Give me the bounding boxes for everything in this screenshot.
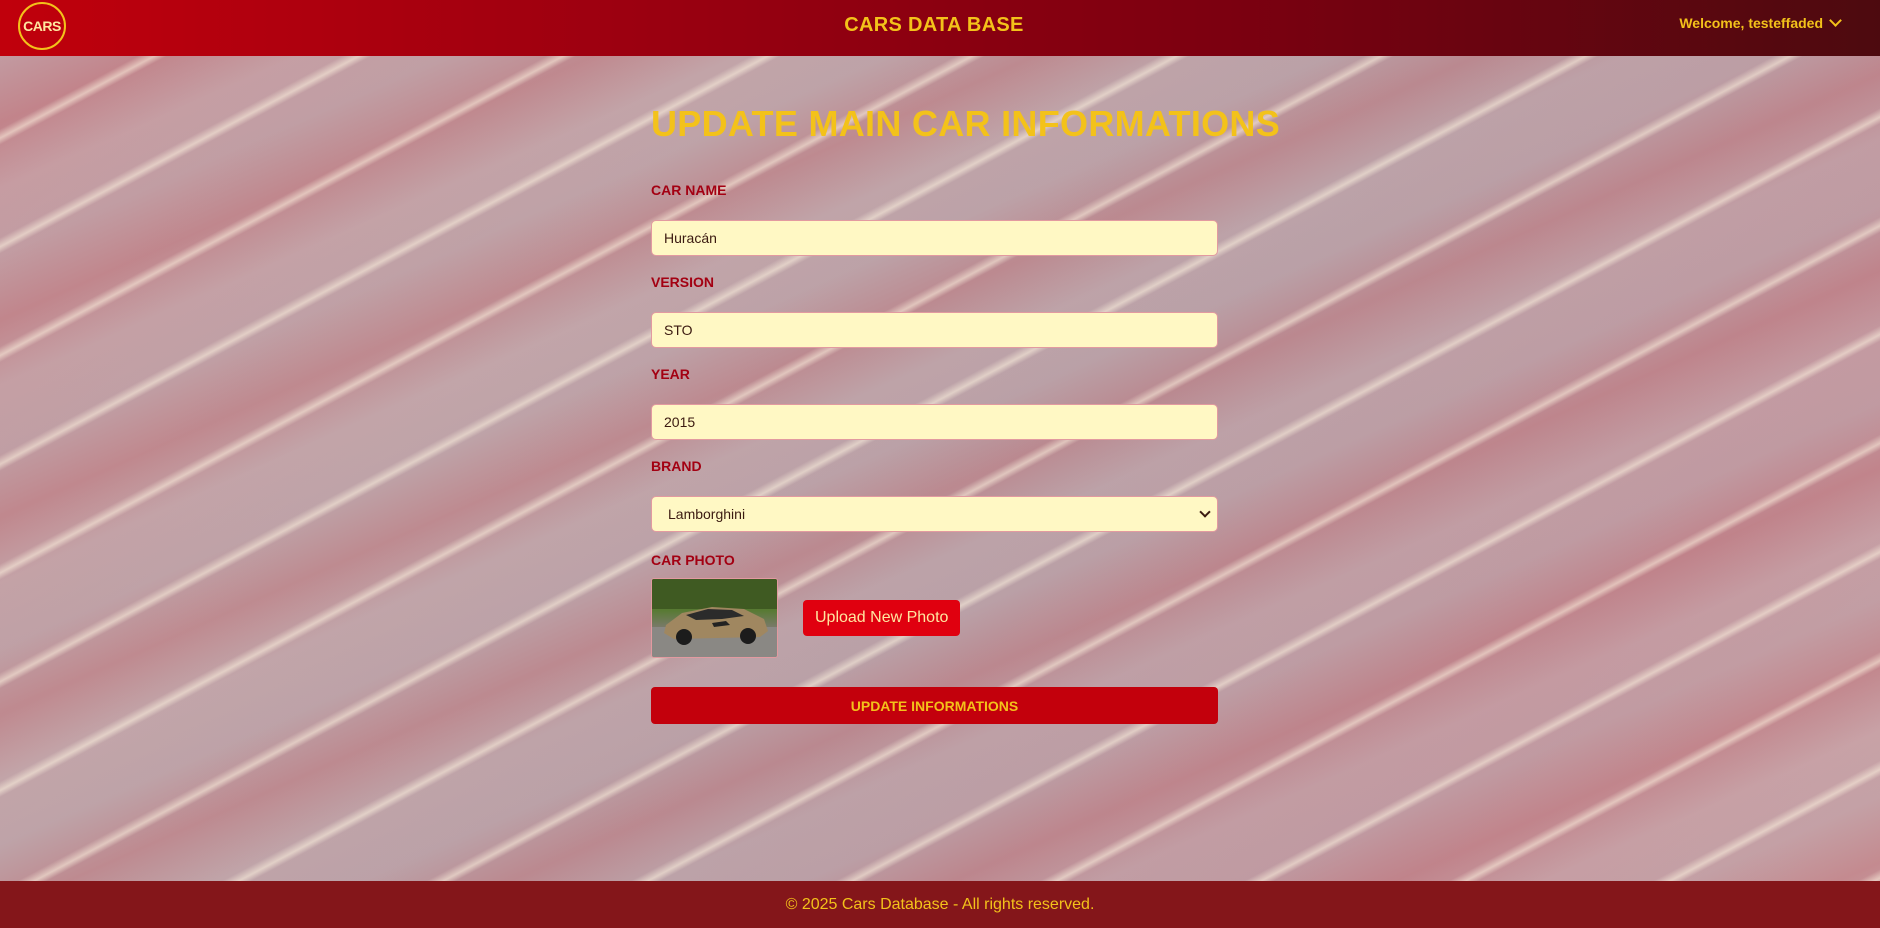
upload-photo-button[interactable]: Upload New Photo: [803, 600, 961, 636]
chevron-down-icon: [1829, 14, 1842, 27]
top-navbar: CARS CARS DATA BASE Welcome, testeffaded: [0, 0, 1880, 56]
update-car-form: UPDATE MAIN CAR INFORMATIONS CAR NAME VE…: [651, 96, 1281, 724]
user-menu-label: Welcome, testeffaded: [1679, 15, 1823, 31]
photo-row: Upload New Photo: [651, 578, 1218, 658]
car-photo-label: CAR PHOTO: [651, 552, 735, 568]
brand-select-value: Lamborghini: [668, 506, 746, 522]
brand-select[interactable]: Lamborghini: [651, 496, 1218, 532]
car-name-input[interactable]: [651, 220, 1218, 256]
footer-text: © 2025 Cars Database - All rights reserv…: [785, 895, 1095, 913]
app-title: CARS DATA BASE: [844, 14, 1024, 36]
brand-label: BRAND: [651, 458, 702, 474]
car-name-label: CAR NAME: [651, 182, 727, 198]
version-input[interactable]: [651, 312, 1218, 348]
year-input[interactable]: [651, 404, 1218, 440]
user-menu-dropdown[interactable]: Welcome, testeffaded: [1679, 14, 1842, 31]
year-label: YEAR: [651, 366, 690, 382]
update-informations-button[interactable]: UPDATE INFORMATIONS: [651, 687, 1218, 724]
chevron-down-icon: [1199, 506, 1211, 518]
car-photo-thumbnail: [651, 578, 778, 658]
page-title: UPDATE MAIN CAR INFORMATIONS: [651, 103, 1281, 144]
version-label: VERSION: [651, 274, 715, 290]
footer: © 2025 Cars Database - All rights reserv…: [0, 881, 1880, 928]
